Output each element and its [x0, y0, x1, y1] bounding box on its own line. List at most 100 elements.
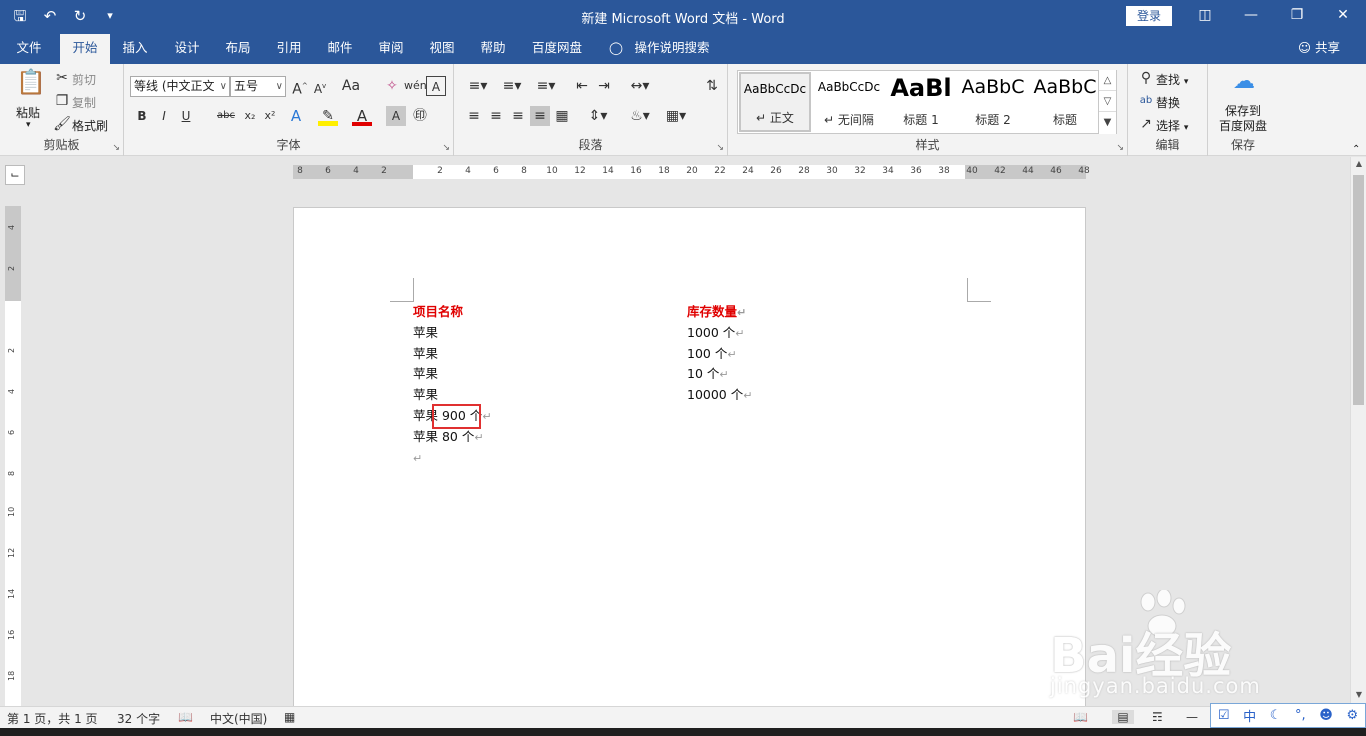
close-icon[interactable]: ✕	[1328, 4, 1358, 26]
scroll-up-icon[interactable]: △	[1099, 70, 1116, 91]
decrease-indent-icon[interactable]: ⇤	[572, 76, 592, 96]
punctuation-icon[interactable]: °,	[1295, 708, 1306, 723]
style-heading-2[interactable]: AaBbC 标题 2	[957, 72, 1029, 132]
macro-record-icon[interactable]: ▦	[284, 710, 295, 724]
word-count[interactable]: 32 个字	[117, 710, 160, 727]
borders-icon[interactable]: ▦▾	[660, 106, 692, 126]
bullets-icon[interactable]: ≡▾	[464, 76, 492, 96]
clear-formatting-icon[interactable]: ✧	[382, 76, 402, 96]
dialog-launcher-icon[interactable]: ↘	[442, 143, 450, 153]
page-count[interactable]: 第 1 页，共 1 页	[7, 710, 98, 727]
baidu-netdisk-icon[interactable]: ☁	[1230, 71, 1258, 98]
read-mode-icon[interactable]: 📖	[1073, 710, 1088, 724]
underline-button[interactable]: U	[176, 106, 196, 126]
tab-references[interactable]: 引用	[268, 32, 310, 64]
ime-mode[interactable]: 中	[1243, 706, 1256, 725]
format-painter-button[interactable]: 格式刷	[72, 117, 108, 134]
character-shading-icon[interactable]: A	[386, 106, 406, 126]
align-center-icon[interactable]: ≡	[486, 106, 506, 126]
user-icon[interactable]: ☻	[1319, 708, 1333, 723]
select-button[interactable]: 选择 ▾	[1156, 117, 1188, 134]
dialog-launcher-icon[interactable]: ↘	[1116, 143, 1124, 153]
list-item[interactable]: 苹果	[413, 365, 438, 383]
list-item[interactable]: 100 个↵	[687, 345, 737, 364]
list-item[interactable]: 10 个↵	[687, 365, 729, 384]
phonetic-guide-icon[interactable]: wén	[404, 76, 427, 96]
strikethrough-button[interactable]: abc	[214, 106, 238, 126]
multilevel-list-icon[interactable]: ≡▾	[532, 76, 560, 96]
list-item[interactable]: 苹果	[413, 345, 438, 363]
collapse-ribbon-icon[interactable]: ⌃	[1352, 144, 1360, 155]
list-item[interactable]: 苹果	[413, 324, 438, 342]
find-button[interactable]: 查找 ▾	[1156, 71, 1188, 88]
tab-layout[interactable]: 布局	[217, 32, 259, 64]
cut-button[interactable]: 剪切	[72, 71, 96, 88]
list-item[interactable]: 苹果	[413, 386, 438, 404]
grow-font-icon[interactable]: A^	[290, 76, 310, 98]
bold-button[interactable]: B	[132, 106, 152, 126]
justify-icon[interactable]: ≡	[530, 106, 550, 126]
horizontal-ruler[interactable]: 8 6 4 2 2 4 6 8 10 12 14 16 18 20 22 24 26 28 30 32 34 36 38 40…	[293, 165, 1090, 179]
zoom-out-icon[interactable]: —	[1186, 710, 1198, 724]
ribbon-display-icon[interactable]: ◫	[1190, 4, 1220, 26]
column-header-stock[interactable]: 库存数量↵	[687, 303, 746, 322]
vertical-ruler[interactable]: 4 2 2 4 6 8 10 12 14 16 18	[5, 206, 21, 706]
scroll-up-icon[interactable]: ▲	[1351, 159, 1366, 173]
tab-selector-icon[interactable]: ⌙	[5, 165, 25, 185]
chinese-layout-icon[interactable]: ↔▾	[626, 76, 654, 96]
change-case-icon[interactable]: Aa	[336, 76, 366, 96]
align-right-icon[interactable]: ≡	[508, 106, 528, 126]
numbering-icon[interactable]: ≡▾	[498, 76, 526, 96]
tab-file[interactable]: 文件	[8, 32, 50, 64]
ime-settings-icon[interactable]: ☑	[1218, 708, 1230, 723]
share-button[interactable]: ☺ 共享	[1298, 32, 1340, 64]
enclose-characters-icon[interactable]: ㊞	[410, 106, 430, 126]
scroll-thumb[interactable]	[1353, 175, 1364, 405]
tab-help[interactable]: 帮助	[472, 32, 514, 64]
paste-icon[interactable]: 📋	[16, 70, 46, 100]
subscript-button[interactable]: x₂	[240, 106, 260, 126]
style-normal[interactable]: AaBbCcDc ↵ 正文	[739, 72, 811, 132]
dialog-launcher-icon[interactable]: ↘	[716, 143, 724, 153]
dialog-launcher-icon[interactable]: ↘	[112, 143, 120, 153]
tab-baidu-netdisk[interactable]: 百度网盘	[524, 32, 590, 64]
maximize-icon[interactable]: ❐	[1282, 4, 1312, 26]
gear-icon[interactable]: ⚙	[1346, 708, 1358, 723]
italic-button[interactable]: I	[154, 106, 174, 126]
font-color-icon[interactable]: A	[352, 106, 372, 126]
paste-dropdown-icon[interactable]: ▾	[26, 120, 31, 130]
list-item[interactable]: 10000 个↵	[687, 386, 752, 405]
tell-me-search[interactable]: 操作说明搜索	[630, 32, 714, 64]
save-to-netdisk-button[interactable]: 保存到 百度网盘	[1218, 104, 1268, 134]
shrink-font-icon[interactable]: Av	[310, 76, 330, 96]
distributed-icon[interactable]: ▦	[552, 106, 572, 126]
tab-design[interactable]: 设计	[166, 32, 208, 64]
style-no-spacing[interactable]: AaBbCcDc ↵ 无间隔	[813, 72, 885, 132]
web-layout-icon[interactable]: ☶	[1152, 710, 1163, 724]
document-page[interactable]	[293, 207, 1086, 707]
line-spacing-icon[interactable]: ⇕▾	[584, 106, 612, 126]
tab-mailings[interactable]: 邮件	[319, 32, 361, 64]
sort-icon[interactable]: ⇅	[702, 76, 722, 96]
scroll-down-icon[interactable]: ▼	[1351, 690, 1366, 704]
replace-button[interactable]: 替换	[1156, 94, 1180, 111]
scroll-down-icon[interactable]: ▽	[1099, 91, 1116, 112]
shading-icon[interactable]: ♨▾	[624, 106, 656, 126]
tab-home[interactable]: 开始	[60, 34, 110, 64]
text-effects-icon[interactable]: A	[286, 106, 306, 126]
column-header-item[interactable]: 项目名称	[413, 303, 463, 321]
tab-insert[interactable]: 插入	[114, 32, 156, 64]
half-width-icon[interactable]: ☾	[1270, 708, 1282, 723]
style-heading-1[interactable]: AaBl 标题 1	[885, 72, 957, 132]
tab-review[interactable]: 审阅	[370, 32, 412, 64]
style-title[interactable]: AaBbC 标题	[1029, 72, 1101, 132]
language-indicator[interactable]: 中文(中国)	[210, 710, 267, 727]
more-styles-icon[interactable]: ▼	[1099, 112, 1116, 133]
align-left-icon[interactable]: ≡	[464, 106, 484, 126]
proofing-icon[interactable]: 📖	[178, 710, 193, 724]
highlight-color-icon[interactable]: ✎	[318, 106, 338, 126]
font-size-combo[interactable]: 五号 ∨	[230, 76, 286, 97]
character-border-icon[interactable]: A	[426, 76, 446, 96]
superscript-button[interactable]: x²	[260, 106, 280, 126]
tab-view[interactable]: 视图	[421, 32, 463, 64]
